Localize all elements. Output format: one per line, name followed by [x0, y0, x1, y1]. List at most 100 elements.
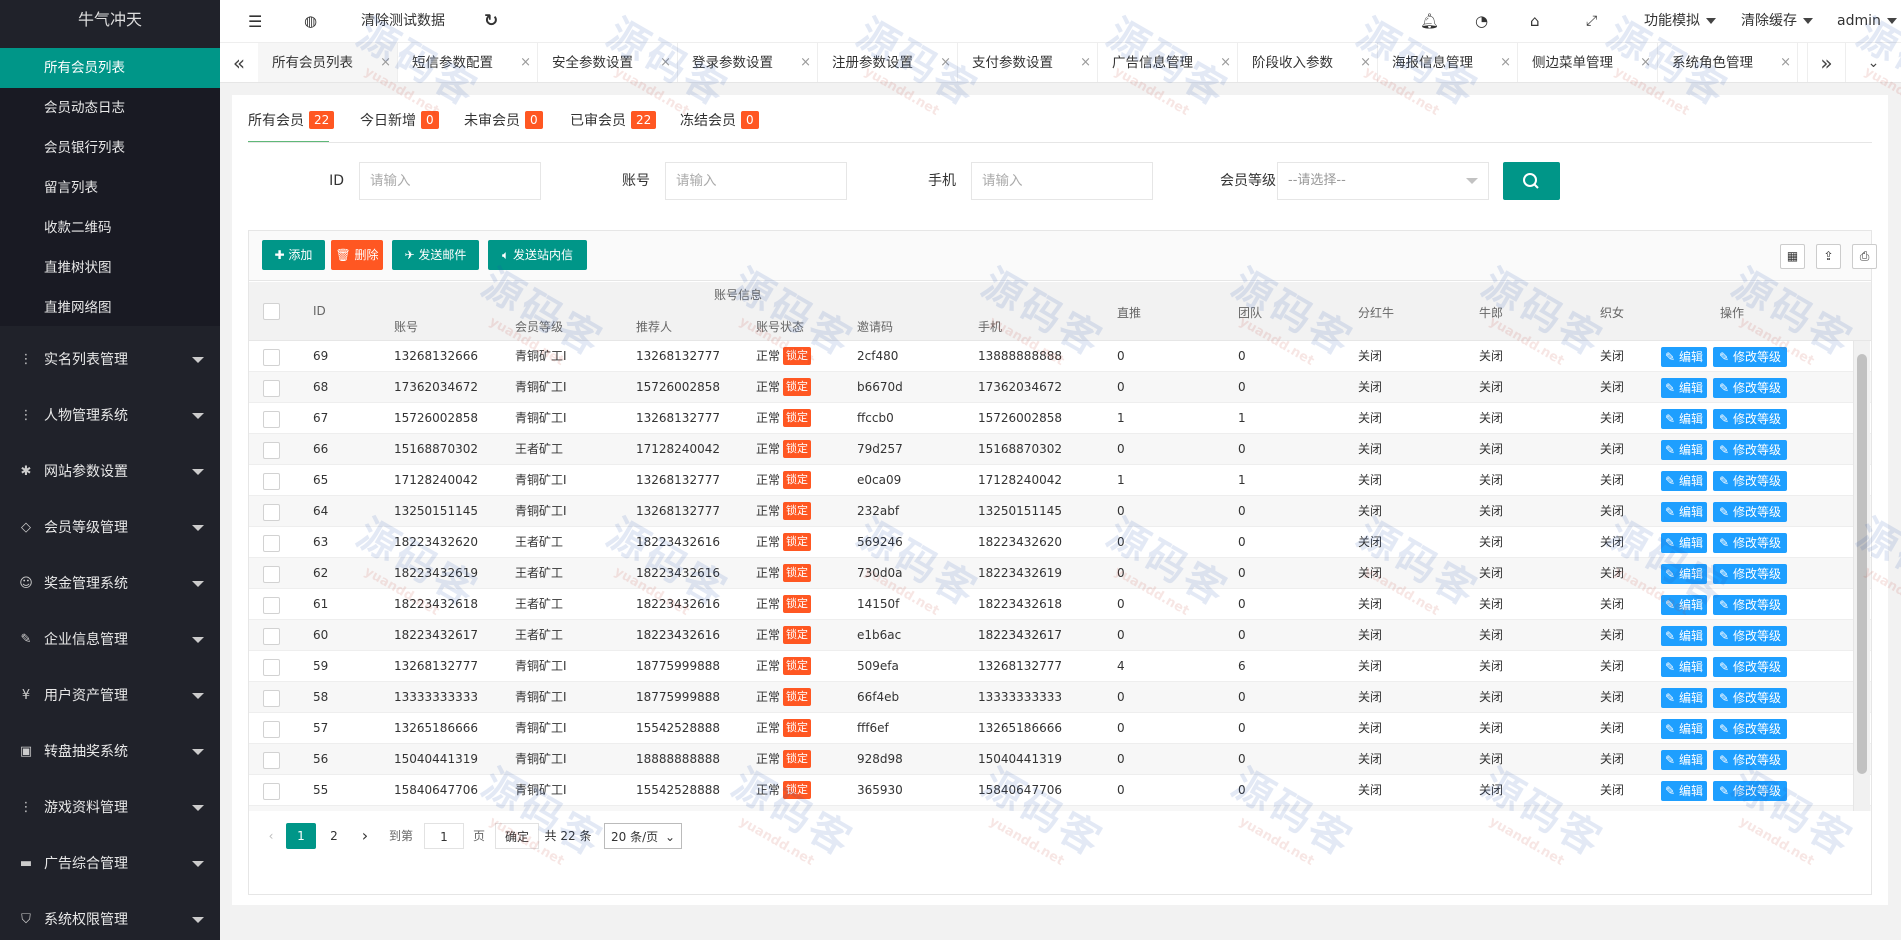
- sidebar-item-all-members[interactable]: 所有会员列表: [0, 48, 220, 88]
- tab-stage-income[interactable]: 阶段收入参数 ×: [1238, 43, 1378, 82]
- tabs-menu-chevron-icon[interactable]: ⌄: [1845, 43, 1901, 82]
- fullscreen-icon[interactable]: ⤢: [1586, 0, 1597, 43]
- next-page-icon[interactable]: ›: [355, 823, 375, 849]
- sidebar-group-9[interactable]: ▬ 广告综合管理: [0, 836, 220, 892]
- row-checkbox[interactable]: [263, 349, 280, 366]
- menu-fold-icon[interactable]: ☰: [248, 0, 262, 43]
- edit-button[interactable]: ✎ 编辑: [1661, 564, 1707, 584]
- sidebar-group-10[interactable]: ⛉ 系统权限管理: [0, 892, 220, 940]
- table-scrollbar[interactable]: [1853, 341, 1870, 811]
- edit-button[interactable]: ✎ 编辑: [1661, 347, 1707, 367]
- lock-badge[interactable]: 锁定: [783, 626, 812, 644]
- row-checkbox[interactable]: [263, 783, 280, 800]
- edit-button[interactable]: ✎ 编辑: [1661, 409, 1707, 429]
- edit-button[interactable]: ✎ 编辑: [1661, 626, 1707, 646]
- refresh-icon[interactable]: ↻: [484, 0, 498, 43]
- tab-sms-config[interactable]: 短信参数配置 ×: [398, 43, 538, 82]
- func-simulate-dropdown[interactable]: 功能模拟: [1644, 0, 1716, 43]
- modify-level-button[interactable]: ✎ 修改等级: [1713, 409, 1787, 429]
- sidebar-item-qrcode[interactable]: 收款二维码: [0, 208, 220, 248]
- edit-button[interactable]: ✎ 编辑: [1661, 471, 1707, 491]
- clear-test-data-button[interactable]: 清除测试数据: [361, 0, 445, 43]
- sidebar-item-network[interactable]: 直推网络图: [0, 288, 220, 328]
- select-all-checkbox[interactable]: [263, 303, 280, 320]
- modify-level-button[interactable]: ✎ 修改等级: [1713, 502, 1787, 522]
- sidebar-group-6[interactable]: ¥ 用户资产管理: [0, 668, 220, 724]
- edit-button[interactable]: ✎ 编辑: [1661, 502, 1707, 522]
- lock-badge[interactable]: 锁定: [783, 564, 812, 582]
- page-2-button[interactable]: 2: [319, 823, 349, 849]
- account-input[interactable]: [665, 162, 847, 200]
- close-icon[interactable]: ×: [800, 43, 811, 82]
- edit-button[interactable]: ✎ 编辑: [1661, 378, 1707, 398]
- subtab-frozen[interactable]: 冻结会员 0: [680, 109, 759, 143]
- lock-badge[interactable]: 锁定: [783, 688, 812, 706]
- subtab-unaudited[interactable]: 未审会员 0: [464, 109, 543, 143]
- lock-badge[interactable]: 锁定: [783, 347, 812, 365]
- bell-icon[interactable]: 🔔︎: [1420, 0, 1439, 43]
- phone-input[interactable]: [971, 162, 1153, 200]
- user-menu-dropdown[interactable]: admin: [1837, 0, 1897, 43]
- page-number-input[interactable]: 1: [424, 823, 464, 849]
- sidebar-item-member-log[interactable]: 会员动态日志: [0, 88, 220, 128]
- level-select[interactable]: --请选择--: [1277, 162, 1489, 200]
- subtab-today-new[interactable]: 今日新增 0: [360, 109, 439, 143]
- sidebar-group-2[interactable]: ✱ 网站参数设置: [0, 444, 220, 500]
- modify-level-button[interactable]: ✎ 修改等级: [1713, 657, 1787, 677]
- row-checkbox[interactable]: [263, 752, 280, 769]
- send-message-button[interactable]: 🔈︎ 发送站内信: [488, 240, 587, 270]
- lock-badge[interactable]: 锁定: [783, 502, 812, 520]
- close-icon[interactable]: ×: [1500, 43, 1511, 82]
- columns-filter-icon[interactable]: ▦: [1780, 244, 1805, 269]
- tab-register-config[interactable]: 注册参数设置 ×: [818, 43, 958, 82]
- clear-cache-dropdown[interactable]: 清除缓存: [1741, 0, 1813, 43]
- row-checkbox[interactable]: [263, 566, 280, 583]
- modify-level-button[interactable]: ✎ 修改等级: [1713, 781, 1787, 801]
- tab-payment-config[interactable]: 支付参数设置 ×: [958, 43, 1098, 82]
- prev-page-icon[interactable]: ‹: [261, 823, 281, 849]
- close-icon[interactable]: ×: [940, 43, 951, 82]
- tab-security-config[interactable]: 安全参数设置 ×: [538, 43, 678, 82]
- theme-icon[interactable]: ◔: [1475, 0, 1488, 43]
- close-icon[interactable]: ×: [1220, 43, 1231, 82]
- print-icon[interactable]: ⎙: [1852, 244, 1877, 269]
- row-checkbox[interactable]: [263, 442, 280, 459]
- close-icon[interactable]: ×: [380, 43, 391, 82]
- export-icon[interactable]: ⇪: [1816, 244, 1841, 269]
- row-checkbox[interactable]: [263, 535, 280, 552]
- modify-level-button[interactable]: ✎ 修改等级: [1713, 750, 1787, 770]
- row-checkbox[interactable]: [263, 721, 280, 738]
- modify-level-button[interactable]: ✎ 修改等级: [1713, 533, 1787, 553]
- tabs-next-icon[interactable]: »: [1807, 43, 1845, 82]
- close-icon[interactable]: ×: [1780, 43, 1791, 82]
- tab-login-config[interactable]: 登录参数设置 ×: [678, 43, 818, 82]
- close-icon[interactable]: ×: [1360, 43, 1371, 82]
- close-icon[interactable]: ×: [520, 43, 531, 82]
- globe-icon[interactable]: ◍: [304, 0, 317, 43]
- sidebar-group-5[interactable]: ✎ 企业信息管理: [0, 612, 220, 668]
- id-input[interactable]: [359, 162, 541, 200]
- edit-button[interactable]: ✎ 编辑: [1661, 440, 1707, 460]
- sidebar-group-4[interactable]: ☺ 奖金管理系统: [0, 556, 220, 612]
- edit-button[interactable]: ✎ 编辑: [1661, 657, 1707, 677]
- lock-badge[interactable]: 锁定: [783, 781, 812, 799]
- lock-badge[interactable]: 锁定: [783, 595, 812, 613]
- lock-badge[interactable]: 锁定: [783, 719, 812, 737]
- row-checkbox[interactable]: [263, 690, 280, 707]
- modify-level-button[interactable]: ✎ 修改等级: [1713, 378, 1787, 398]
- row-checkbox[interactable]: [263, 659, 280, 676]
- goto-confirm-button[interactable]: 确定: [495, 823, 539, 849]
- page-1-button[interactable]: 1: [286, 823, 316, 849]
- subtab-audited[interactable]: 已审会员 22: [570, 109, 657, 143]
- row-checkbox[interactable]: [263, 380, 280, 397]
- delete-button[interactable]: 🗑︎ 删除: [331, 240, 383, 270]
- row-checkbox[interactable]: [263, 473, 280, 490]
- sidebar-group-8[interactable]: ⋮ 游戏资料管理: [0, 780, 220, 836]
- edit-button[interactable]: ✎ 编辑: [1661, 719, 1707, 739]
- edit-button[interactable]: ✎ 编辑: [1661, 533, 1707, 553]
- lock-badge[interactable]: 锁定: [783, 378, 812, 396]
- edit-button[interactable]: ✎ 编辑: [1661, 750, 1707, 770]
- lock-badge[interactable]: 锁定: [783, 750, 812, 768]
- edit-button[interactable]: ✎ 编辑: [1661, 688, 1707, 708]
- modify-level-button[interactable]: ✎ 修改等级: [1713, 471, 1787, 491]
